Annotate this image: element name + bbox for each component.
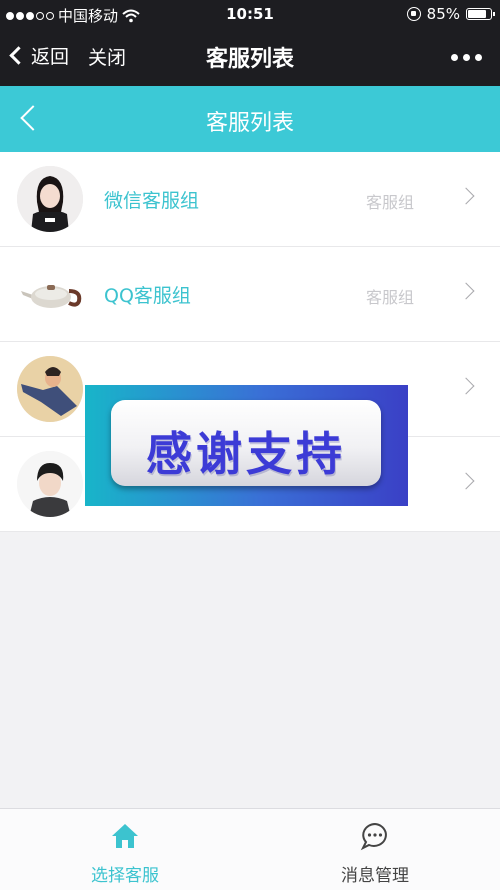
chevron-right-icon [457, 187, 475, 205]
tab-select-service[interactable]: 选择客服 [0, 809, 250, 890]
thanks-banner: 感谢支持 [85, 385, 408, 506]
list-item[interactable]: QQ客服组 客服组 [0, 247, 500, 342]
tab-label: 选择客服 [91, 866, 159, 886]
tab-message-management[interactable]: 消息管理 [250, 809, 500, 890]
rotation-lock-icon [406, 7, 421, 21]
status-right: 85% [406, 5, 495, 23]
avatar-girl-icon [17, 166, 83, 232]
avatar-painting-icon [17, 356, 83, 422]
list-item-name: 微信客服组 [104, 190, 200, 212]
list-item-type: 客服组 [366, 288, 415, 307]
tab-label: 消息管理 [341, 866, 409, 886]
chat-bubble-icon [360, 822, 387, 851]
list-item-type: 客服组 [366, 193, 415, 212]
chevron-right-icon [457, 472, 475, 490]
page-title: 客服列表 [205, 111, 294, 136]
more-button[interactable] [451, 54, 482, 61]
banner-plate: 感谢支持 [111, 400, 381, 486]
more-dots-icon [451, 54, 458, 61]
banner-text: 感谢支持 [146, 427, 346, 481]
wechat-page-title: 客服列表 [205, 47, 294, 72]
battery-icon [466, 8, 495, 20]
app-header: 客服列表 [0, 86, 500, 152]
status-bar: 中国移动 10:51 85% [0, 0, 500, 28]
avatar-teapot-icon [17, 261, 83, 327]
avatar-boy-icon [17, 451, 83, 517]
list-item[interactable]: 微信客服组 客服组 [0, 152, 500, 247]
chevron-right-icon [457, 282, 475, 300]
list-item-name: QQ客服组 [104, 285, 191, 307]
battery-percent: 85% [426, 5, 460, 23]
home-icon [112, 824, 138, 848]
wechat-nav-bar: 返回 关闭 客服列表 [0, 28, 500, 86]
tab-bar: 选择客服 消息管理 [0, 808, 500, 890]
chevron-right-icon [457, 377, 475, 395]
